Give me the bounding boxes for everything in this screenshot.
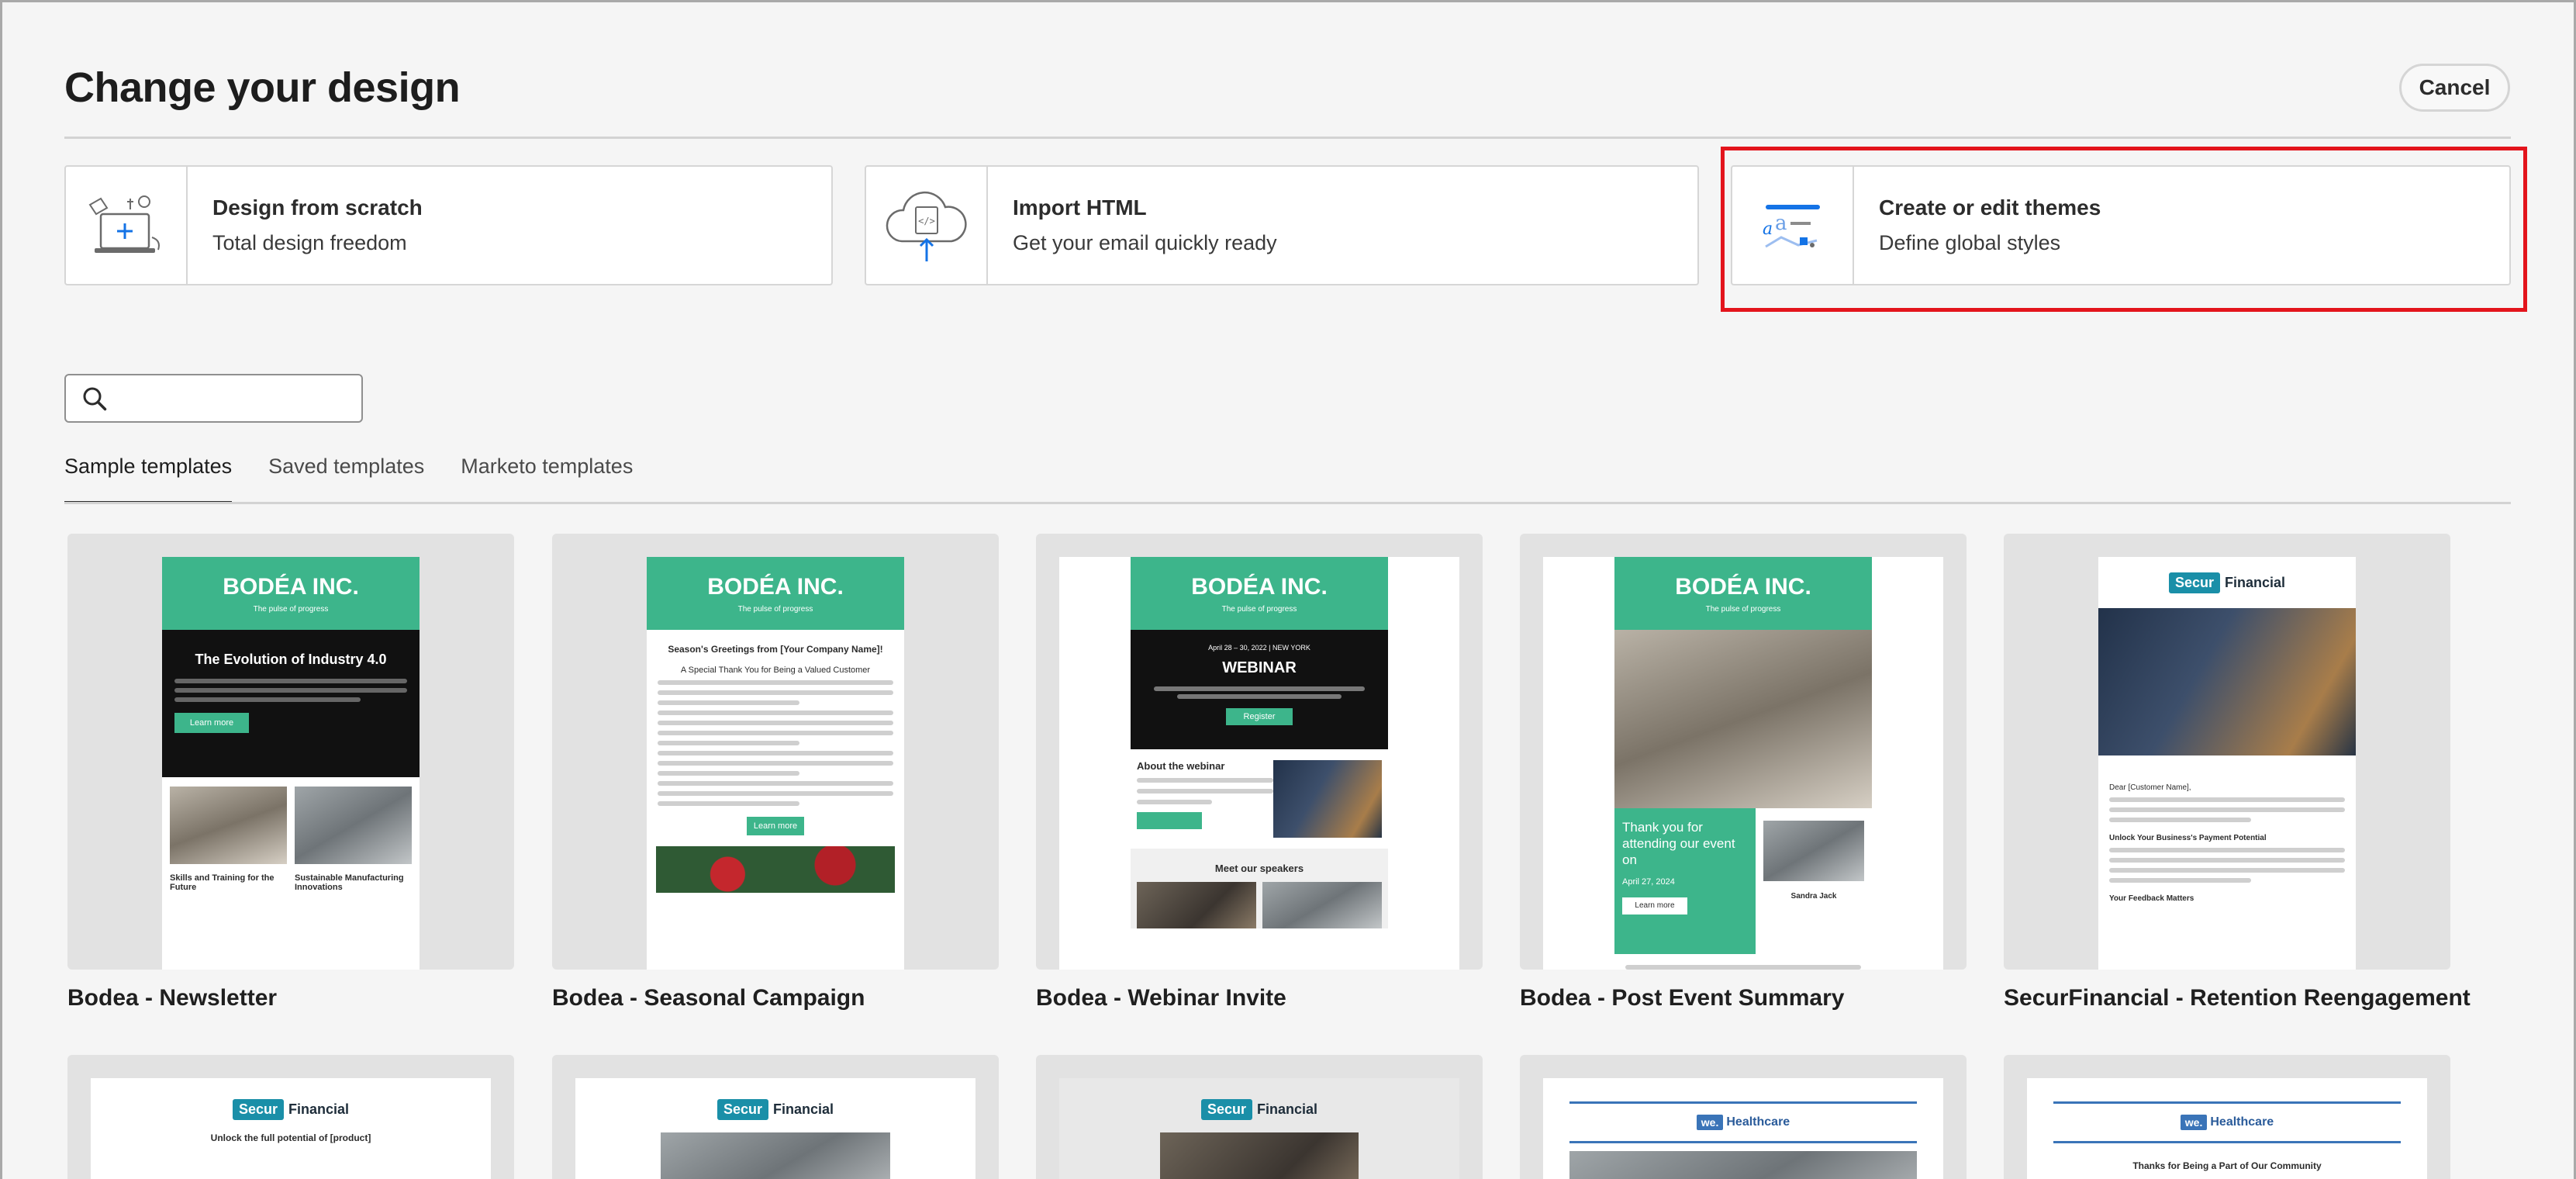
template-thumbnail: BODÉA INC. The pulse of progress April 2… bbox=[1059, 557, 1459, 970]
option-title: Design from scratch bbox=[212, 195, 423, 220]
svg-text:a: a bbox=[1775, 212, 1787, 235]
thumb-greeting: Dear [Customer Name], bbox=[2109, 783, 2191, 792]
tab-marketo-templates[interactable]: Marketo templates bbox=[461, 455, 633, 504]
thumb-subheading: A Special Thank You for Being a Valued C… bbox=[680, 666, 871, 675]
thumb-heading: Season's Greetings from [Your Company Na… bbox=[668, 644, 883, 655]
brand-logo: BODÉA INC. bbox=[1191, 574, 1328, 600]
template-thumbnail: Secur Financial bbox=[575, 1078, 975, 1179]
design-from-scratch-option[interactable]: Design from scratch Total design freedom bbox=[64, 165, 833, 285]
template-name: SecurFinancial - Retention Reengagement bbox=[2004, 985, 2471, 1011]
template-card[interactable]: BODÉA INC. The pulse of progress April 2… bbox=[1036, 534, 1483, 970]
thumb-button: Learn more bbox=[1622, 897, 1687, 915]
we-logo-box: we. bbox=[2180, 1115, 2208, 1130]
secur-logo-box: Secur bbox=[2168, 572, 2220, 593]
thumb-heading: Unlock the full potential of [product] bbox=[210, 1132, 371, 1143]
template-card[interactable]: Secur Financial Unlock the full potentia… bbox=[67, 1055, 514, 1179]
template-card[interactable]: BODÉA INC. The pulse of progress Season'… bbox=[552, 534, 999, 970]
thumb-col-heading: Sustainable Manufacturing Innovations bbox=[295, 873, 404, 892]
template-thumbnail: BODÉA INC. The pulse of progress The Evo… bbox=[162, 557, 420, 970]
page-title: Change your design bbox=[64, 64, 461, 111]
brand-tagline: The pulse of progress bbox=[253, 605, 329, 614]
divider bbox=[64, 137, 2511, 139]
import-html-option[interactable]: </> Import HTML Get your email quickly r… bbox=[865, 165, 1699, 285]
option-title: Import HTML bbox=[1013, 195, 1147, 220]
thumb-button: Learn more bbox=[174, 713, 249, 733]
thumb-date: April 27, 2024 bbox=[1622, 877, 1675, 887]
secur-logo-box: Secur bbox=[717, 1098, 768, 1120]
secur-logo-text: Financial bbox=[773, 1101, 834, 1117]
cancel-button[interactable]: Cancel bbox=[2399, 64, 2510, 112]
thumb-heading: Thank you for attending our event on bbox=[1622, 820, 1735, 867]
brand-tagline: The pulse of progress bbox=[1221, 605, 1297, 614]
option-subtitle: Define global styles bbox=[1879, 231, 2061, 254]
secur-logo-text: Financial bbox=[288, 1101, 350, 1117]
thumb-subheading: Your Feedback Matters bbox=[2109, 894, 2194, 903]
we-logo-box: we. bbox=[1696, 1115, 1724, 1130]
svg-text:a: a bbox=[1763, 220, 1773, 239]
thumb-heading: Thanks for Being a Part of Our Community bbox=[2132, 1160, 2322, 1171]
thumb-subheading: Unlock Your Business's Payment Potential bbox=[2109, 834, 2267, 842]
template-thumbnail: Secur Financial bbox=[1059, 1078, 1459, 1179]
template-name: Bodea - Seasonal Campaign bbox=[552, 985, 865, 1011]
option-subtitle: Get your email quickly ready bbox=[1013, 231, 1277, 254]
themes-icon: a a bbox=[1732, 167, 1854, 284]
brand-tagline: The pulse of progress bbox=[737, 605, 813, 614]
thumb-speaker-name: Sandra Jack bbox=[1790, 892, 1837, 901]
brand-logo: BODÉA INC. bbox=[223, 574, 359, 600]
thumb-heading: The Evolution of Industry 4.0 bbox=[195, 652, 387, 667]
template-name: Bodea - Webinar Invite bbox=[1036, 985, 1286, 1011]
tab-sample-templates[interactable]: Sample templates bbox=[64, 455, 233, 504]
secur-logo-text: Financial bbox=[1257, 1101, 1318, 1117]
template-name: Bodea - Post Event Summary bbox=[1520, 985, 1845, 1011]
secur-logo-text: Financial bbox=[2225, 574, 2286, 590]
tab-saved-templates[interactable]: Saved templates bbox=[268, 455, 424, 504]
cloud-upload-code-icon: </> bbox=[866, 167, 988, 284]
template-card[interactable]: we. Healthcare bbox=[1520, 1055, 1967, 1179]
tabs-divider bbox=[64, 502, 2511, 504]
template-card[interactable]: BODÉA INC. The pulse of progress Thank y… bbox=[1520, 534, 1967, 970]
brand-tagline: The pulse of progress bbox=[1705, 605, 1781, 614]
thumb-button: Register bbox=[1226, 708, 1293, 725]
secur-logo-box: Secur bbox=[232, 1098, 284, 1120]
svg-text:</>: </> bbox=[918, 216, 935, 226]
brand-logo: BODÉA INC. bbox=[1675, 574, 1811, 600]
template-card[interactable]: Secur Financial Dear [Customer Name], Un… bbox=[2004, 534, 2450, 970]
template-thumbnail: BODÉA INC. The pulse of progress Season'… bbox=[647, 557, 904, 970]
template-thumbnail: Secur Financial Unlock the full potentia… bbox=[91, 1078, 491, 1179]
thumb-heading: WEBINAR bbox=[1222, 659, 1297, 676]
we-logo-text: Healthcare bbox=[2210, 1115, 2274, 1129]
thumb-col-heading: Skills and Training for the Future bbox=[170, 873, 275, 892]
template-tabs: Sample templates Saved templates Marketo… bbox=[64, 455, 669, 504]
secur-logo-box: Secur bbox=[1200, 1098, 1252, 1120]
template-thumbnail: Secur Financial Dear [Customer Name], Un… bbox=[2098, 557, 2356, 970]
template-card[interactable]: BODÉA INC. The pulse of progress The Evo… bbox=[67, 534, 514, 970]
option-subtitle: Total design freedom bbox=[212, 231, 407, 254]
search-icon bbox=[83, 387, 107, 411]
thumb-date: April 28 – 30, 2022 | NEW YORK bbox=[1208, 644, 1310, 652]
thumb-subheading: Meet our speakers bbox=[1131, 849, 1388, 882]
design-scratch-icon bbox=[66, 167, 188, 284]
thumb-button: Learn more bbox=[747, 817, 804, 835]
search-input[interactable] bbox=[64, 374, 363, 423]
create-edit-themes-option[interactable]: a a Create or edit themes Define global … bbox=[1731, 165, 2511, 285]
brand-logo: BODÉA INC. bbox=[707, 574, 844, 600]
template-thumbnail: we. Healthcare bbox=[1543, 1078, 1943, 1179]
template-thumbnail: BODÉA INC. The pulse of progress Thank y… bbox=[1543, 557, 1943, 970]
template-thumbnail: we. Healthcare Thanks for Being a Part o… bbox=[2027, 1078, 2427, 1179]
we-logo-text: Healthcare bbox=[1726, 1115, 1790, 1129]
thumb-subheading: About the webinar bbox=[1137, 760, 1225, 772]
template-name: Bodea - Newsletter bbox=[67, 985, 278, 1011]
option-title: Create or edit themes bbox=[1879, 195, 2101, 220]
template-card[interactable]: Secur Financial bbox=[1036, 1055, 1483, 1179]
template-card[interactable]: we. Healthcare Thanks for Being a Part o… bbox=[2004, 1055, 2450, 1179]
template-card[interactable]: Secur Financial bbox=[552, 1055, 999, 1179]
